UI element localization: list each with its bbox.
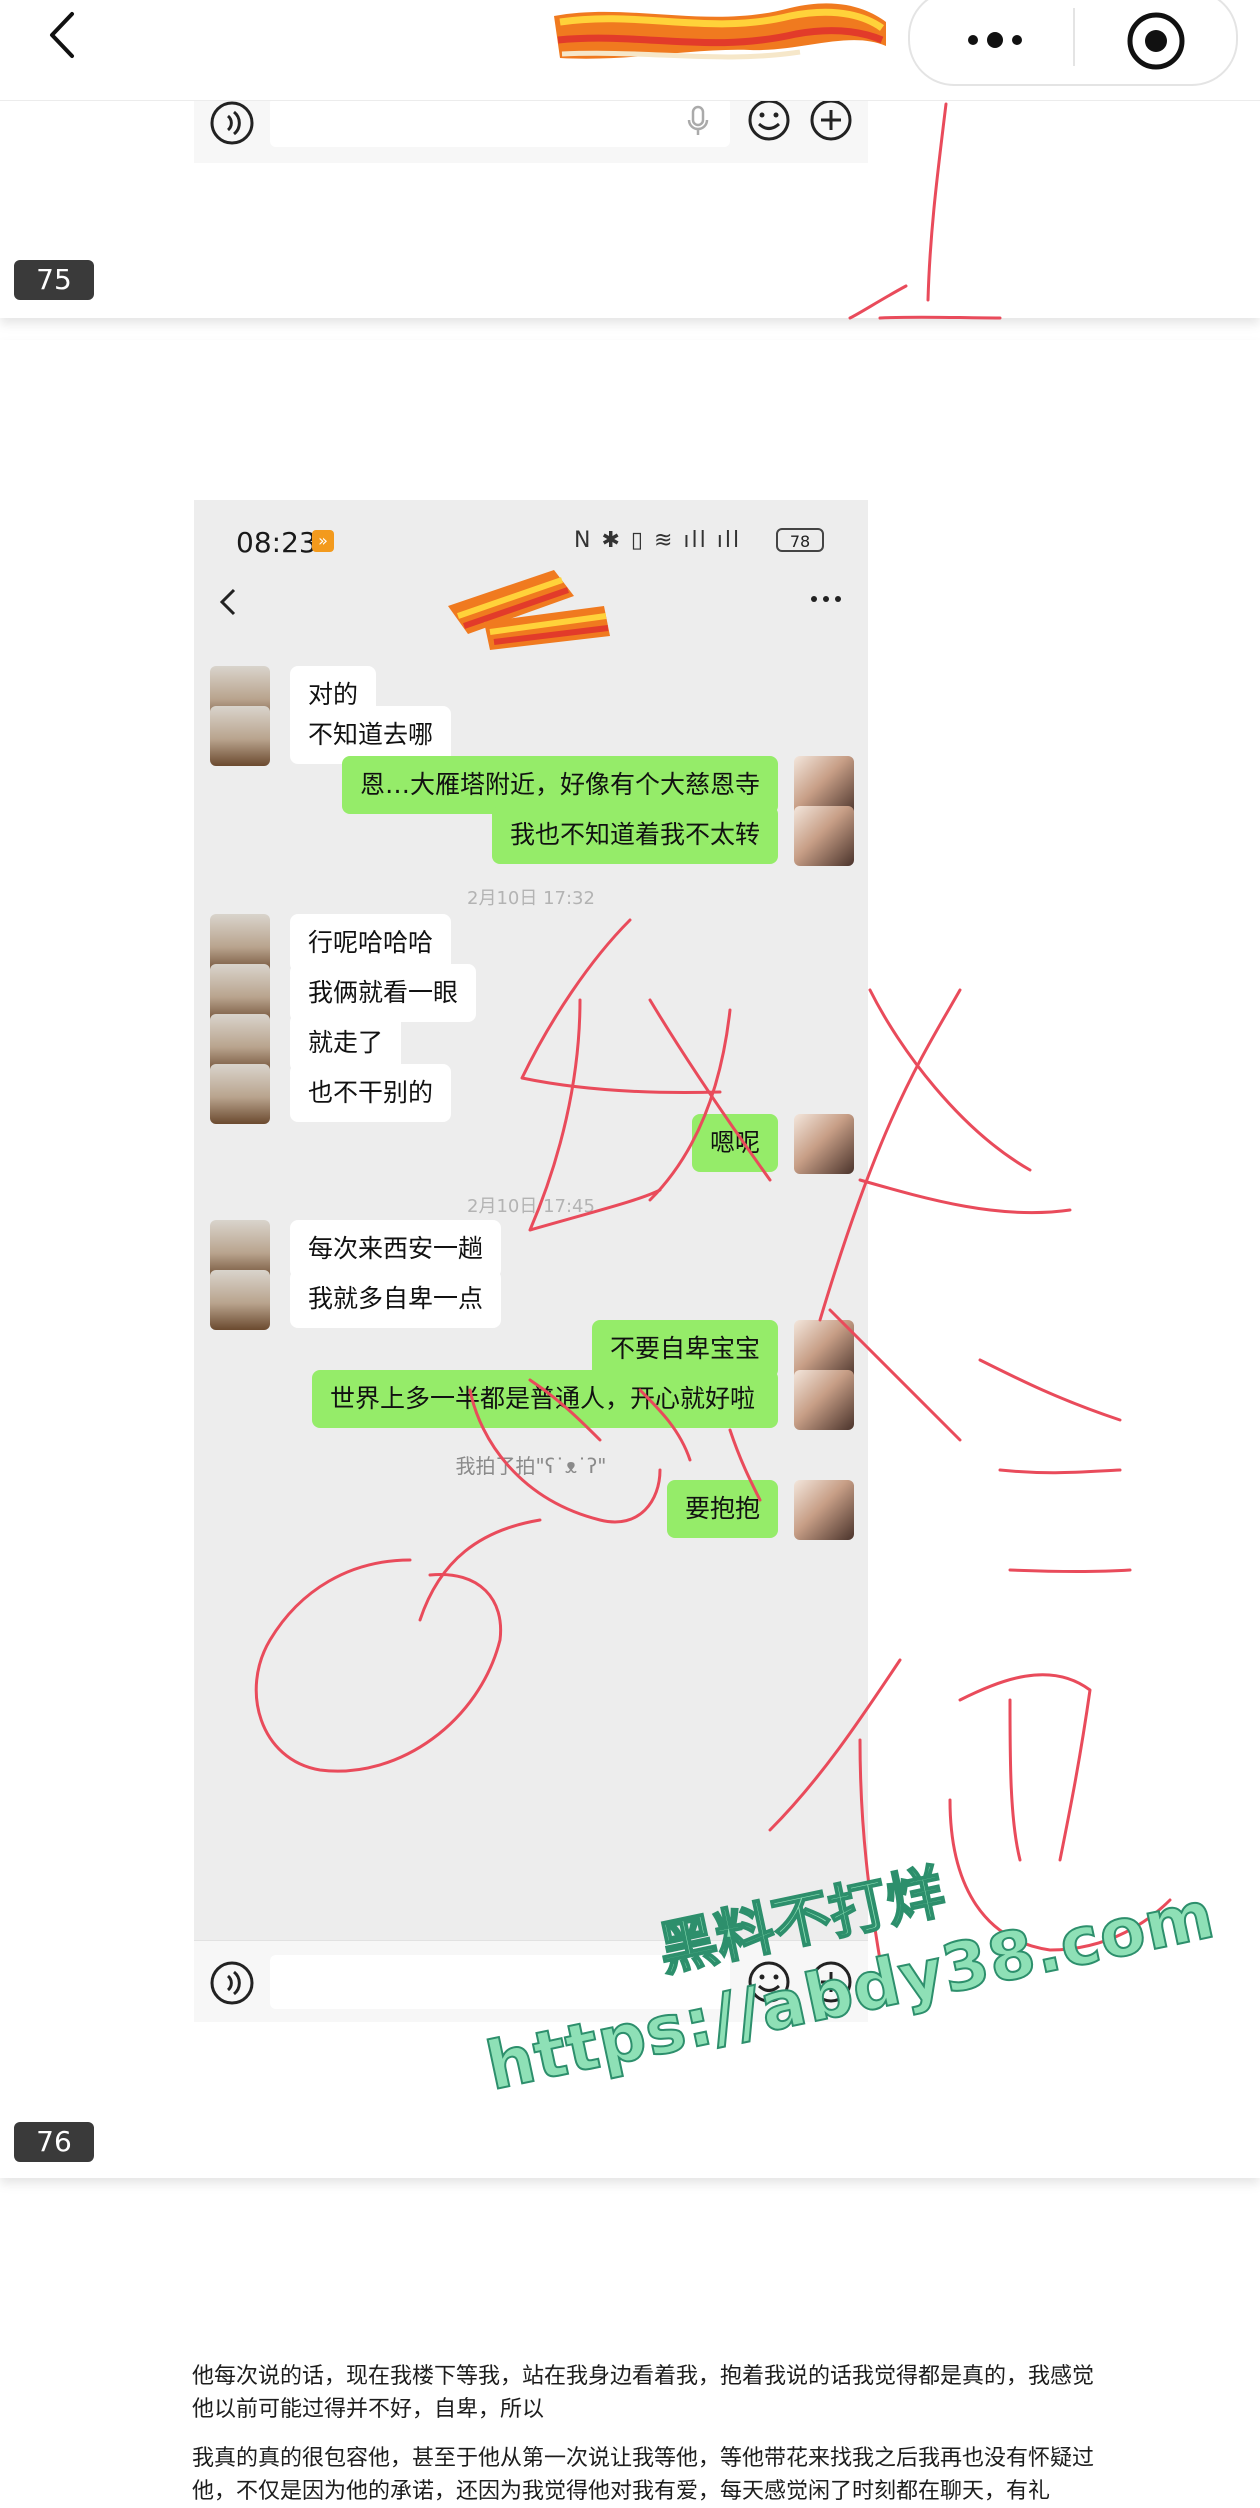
chat-screenshot: 08:23 » N ✱ ▯ ≋ ıll ıll 78 对的 不知道去哪 恩…大雁塔附…	[194, 500, 868, 2022]
status-icons: N ✱ ▯ ≋ ıll ıll	[574, 528, 742, 553]
close-program-button[interactable]	[1123, 8, 1189, 74]
message-row: 要抱抱	[194, 1480, 868, 1540]
target-circle-icon	[1127, 12, 1185, 70]
avatar[interactable]	[794, 1114, 854, 1174]
mini-program-capsule	[908, 0, 1238, 86]
pat-notice: 我拍了拍"ʕ˙ᴥ˙ʔ"	[455, 1454, 607, 1478]
microphone-icon[interactable]	[686, 105, 710, 137]
more-dots-icon[interactable]	[806, 584, 846, 614]
chevron-left-icon	[50, 12, 74, 58]
message-row: 我也不知道着我不太转	[194, 806, 868, 866]
more-button[interactable]	[960, 18, 1030, 62]
message-row: 世界上多一半都是普通人，开心就好啦	[194, 1370, 868, 1460]
message-bubble[interactable]: 世界上多一半都是普通人，开心就好啦	[312, 1370, 778, 1428]
message-row: 对的	[194, 666, 868, 726]
censor-stripe	[448, 570, 610, 650]
status-time: 08:23	[236, 526, 317, 559]
add-icon[interactable]	[808, 97, 854, 143]
message-bubble[interactable]: 我也不知道着我不太转	[491, 806, 778, 864]
status-bar: 08:23 » N ✱ ▯ ≋ ıll ıll 78	[194, 500, 868, 559]
message-timestamp: 2月10日 17:32	[467, 888, 595, 909]
top-nav-bar	[0, 0, 1260, 101]
notification-icon: »	[312, 530, 334, 552]
slide75-input-bar	[194, 97, 868, 163]
battery-icon: 78	[776, 528, 824, 552]
back-button[interactable]	[40, 8, 90, 62]
voice-icon[interactable]	[208, 99, 256, 147]
message-bubble[interactable]: 嗯呢	[691, 1114, 778, 1172]
avatar[interactable]	[794, 1480, 854, 1540]
avatar[interactable]	[794, 1370, 854, 1430]
message-row: 嗯呢	[194, 1114, 868, 1174]
chevron-left-icon[interactable]	[214, 582, 244, 622]
slide75-message-input[interactable]	[270, 97, 730, 147]
voice-icon[interactable]	[208, 1959, 256, 2007]
censor-stripe	[554, 3, 886, 60]
message-timestamp: 2月10日 17:45	[467, 1196, 595, 1217]
message-bubble[interactable]: 要抱抱	[666, 1480, 778, 1538]
chat-header	[194, 556, 868, 652]
more-dots-icon	[968, 32, 1022, 48]
avatar[interactable]	[794, 806, 854, 866]
capsule-divider	[1073, 8, 1075, 66]
page-number-badge: 75	[14, 260, 94, 300]
emoji-icon[interactable]	[746, 97, 792, 143]
slide-75: 75	[0, 97, 1260, 318]
article-paragraph: 他每次说的话，现在我楼下等我，站在我身边看着我，抱着我说的话我觉得都是真的，我感…	[192, 2364, 1095, 2422]
page-number-badge: 76	[14, 2122, 94, 2162]
article-paragraph: 我真的真的很包容他，甚至于他从第一次说让我等他，等他带花来找我之后我再也没有怀疑…	[192, 2446, 1095, 2504]
